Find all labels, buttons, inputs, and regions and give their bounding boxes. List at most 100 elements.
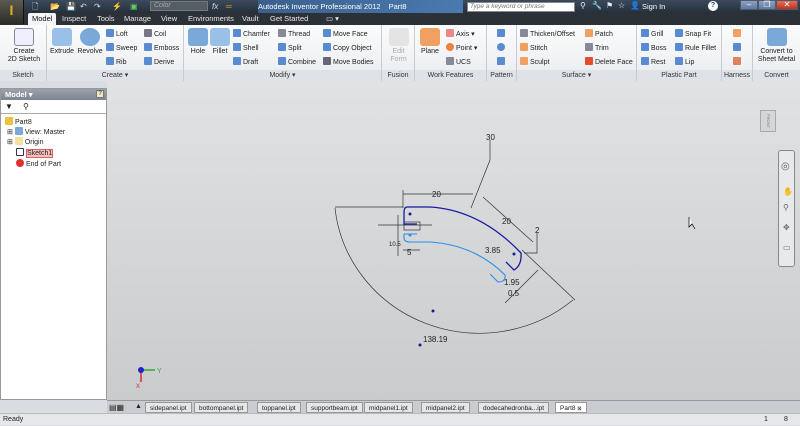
close-tab-icon[interactable]: ⊠ bbox=[577, 406, 581, 412]
user-icon[interactable]: 👤 bbox=[630, 1, 640, 10]
doc-tab[interactable]: sidepanel.ipt bbox=[145, 402, 192, 413]
lip-button[interactable]: Lip bbox=[675, 57, 694, 67]
browser-title[interactable]: Model ▾ bbox=[1, 89, 106, 100]
tab-tools[interactable]: Tools bbox=[93, 13, 119, 25]
stitch-button[interactable]: Stitch bbox=[520, 43, 548, 53]
doc-tab-active[interactable]: Part8 ⊠ bbox=[555, 402, 587, 413]
rib-button[interactable]: Rib bbox=[106, 57, 127, 67]
create-2d-sketch-button[interactable]: Create 2D Sketch bbox=[4, 28, 44, 64]
trim-button[interactable]: Trim bbox=[585, 43, 609, 53]
help-icon[interactable]: ? bbox=[96, 90, 104, 98]
tab-menu-icon[interactable]: ▲ bbox=[135, 403, 142, 410]
viewcube[interactable]: FRONT bbox=[760, 110, 776, 132]
tab-inspect[interactable]: Inspect bbox=[58, 13, 90, 25]
tab-extra-icon[interactable]: ▭ ▾ bbox=[322, 13, 343, 25]
tree-item-part[interactable]: Part8 bbox=[5, 117, 32, 127]
help-button[interactable]: ? bbox=[708, 1, 718, 11]
tab-view[interactable]: View bbox=[157, 13, 181, 25]
save-icon[interactable]: 💾 bbox=[66, 1, 76, 12]
doc-tab[interactable]: supportbeam.ipt bbox=[306, 402, 363, 413]
mirror-icon[interactable] bbox=[497, 57, 505, 65]
search-input[interactable]: Type a keyword or phrase bbox=[467, 2, 575, 12]
sweep-button[interactable]: Sweep bbox=[106, 43, 137, 53]
shell-button[interactable]: Shell bbox=[233, 43, 259, 53]
rule-fillet-button[interactable]: Rule Fillet bbox=[675, 43, 716, 53]
tree-item-origin[interactable]: ⊞ Origin bbox=[7, 137, 44, 147]
tab-get-started[interactable]: Get Started bbox=[266, 13, 312, 25]
hole-button[interactable]: Hole bbox=[187, 28, 209, 56]
harness-wire-icon[interactable] bbox=[733, 43, 741, 51]
doc-tab[interactable]: midpanel2.ipt bbox=[421, 402, 470, 413]
snap-fit-button[interactable]: Snap Fit bbox=[675, 29, 711, 39]
pan-icon[interactable]: ✋ bbox=[783, 187, 793, 196]
application-menu-button[interactable]: I bbox=[0, 0, 24, 24]
rest-button[interactable]: Rest bbox=[641, 57, 665, 67]
orbit-icon[interactable]: ✥ bbox=[783, 223, 790, 232]
find-icon[interactable]: ⚲ bbox=[23, 102, 29, 111]
undo-icon[interactable]: ↶ bbox=[80, 1, 87, 12]
restore-button[interactable]: ❐ bbox=[758, 0, 776, 10]
line-style-icon[interactable]: ═ bbox=[226, 1, 232, 12]
move-bodies-button[interactable]: Move Bodies bbox=[323, 57, 373, 67]
chamfer-button[interactable]: Chamfer bbox=[233, 29, 270, 39]
axis-button[interactable]: Axis ▾ bbox=[446, 29, 475, 39]
group-label[interactable]: Surface ▾ bbox=[517, 70, 636, 81]
copy-object-button[interactable]: Copy Object bbox=[323, 43, 372, 53]
group-label[interactable]: Modify ▾ bbox=[184, 70, 381, 81]
rectangular-pattern-icon[interactable] bbox=[497, 29, 505, 37]
close-button[interactable]: ✕ bbox=[776, 0, 798, 10]
star-icon[interactable]: ☆ bbox=[618, 1, 625, 10]
revolve-button[interactable]: Revolve bbox=[76, 28, 104, 56]
fillet-button[interactable]: Fillet bbox=[209, 28, 231, 56]
sign-in-link[interactable]: Sign In bbox=[642, 1, 665, 12]
tree-item-end-of-part[interactable]: End of Part bbox=[16, 159, 61, 169]
loft-button[interactable]: Loft bbox=[106, 29, 128, 39]
delete-face-button[interactable]: Delete Face bbox=[585, 57, 633, 67]
select-icon[interactable]: ▣ bbox=[130, 1, 138, 12]
binoculars-icon[interactable]: ⚲ bbox=[580, 1, 586, 10]
thicken-offset-button[interactable]: Thicken/Offset bbox=[520, 29, 575, 39]
split-button[interactable]: Split bbox=[278, 43, 302, 53]
draft-button[interactable]: Draft bbox=[233, 57, 258, 67]
emboss-button[interactable]: Emboss bbox=[144, 43, 179, 53]
tab-manage[interactable]: Manage bbox=[120, 13, 155, 25]
graphics-viewport[interactable] bbox=[107, 81, 800, 400]
redo-icon[interactable]: ↷ bbox=[94, 1, 101, 12]
tree-item-sketch[interactable]: Sketch1 bbox=[16, 148, 54, 158]
color-select[interactable]: Color bbox=[150, 1, 208, 11]
doc-tab[interactable]: dodecahedronba...ipt bbox=[478, 402, 550, 413]
derive-button[interactable]: Derive bbox=[144, 57, 174, 67]
subscription-icon[interactable]: ⚑ bbox=[606, 1, 613, 10]
move-face-button[interactable]: Move Face bbox=[323, 29, 368, 39]
convert-sheet-metal-button[interactable]: Convert to Sheet Metal bbox=[755, 28, 798, 64]
sculpt-button[interactable]: Sculpt bbox=[520, 57, 549, 67]
look-at-icon[interactable]: ▭ bbox=[783, 243, 791, 252]
steering-wheel-icon[interactable]: ◎ bbox=[781, 161, 790, 172]
filter-icon[interactable]: ▼ bbox=[5, 102, 13, 111]
circular-pattern-icon[interactable] bbox=[497, 43, 505, 51]
minimize-button[interactable]: – bbox=[740, 0, 758, 10]
doc-tab[interactable]: toppanel.ipt bbox=[257, 402, 301, 413]
wrench-icon[interactable]: 🔧 bbox=[592, 1, 602, 10]
update-icon[interactable]: ⚡ bbox=[112, 1, 122, 12]
doc-tab[interactable]: midpanel1.ipt bbox=[364, 402, 413, 413]
group-label[interactable]: Create ▾ bbox=[47, 70, 183, 81]
open-icon[interactable]: 📂 bbox=[50, 1, 60, 12]
thread-button[interactable]: Thread bbox=[278, 29, 310, 39]
tab-model[interactable]: Model bbox=[28, 13, 57, 25]
harness-segment-icon[interactable] bbox=[733, 57, 741, 65]
harness-icon[interactable] bbox=[733, 29, 741, 37]
plane-button[interactable]: Plane bbox=[417, 28, 443, 56]
patch-button[interactable]: Patch bbox=[585, 29, 613, 39]
coil-button[interactable]: Coil bbox=[144, 29, 166, 39]
point-button[interactable]: Point ▾ bbox=[446, 43, 477, 53]
tree-item-view[interactable]: ⊞ View: Master bbox=[7, 127, 65, 137]
tab-environments[interactable]: Environments bbox=[184, 13, 238, 25]
tile-icon[interactable]: ▤▦ bbox=[109, 403, 124, 412]
ucs-button[interactable]: UCS bbox=[446, 57, 471, 67]
zoom-icon[interactable]: ⚲ bbox=[783, 203, 789, 212]
fx-icon[interactable]: fx bbox=[212, 1, 218, 12]
doc-tab[interactable]: bottompanel.ipt bbox=[194, 402, 249, 413]
boss-button[interactable]: Boss bbox=[641, 43, 667, 53]
tab-vault[interactable]: Vault bbox=[238, 13, 263, 25]
